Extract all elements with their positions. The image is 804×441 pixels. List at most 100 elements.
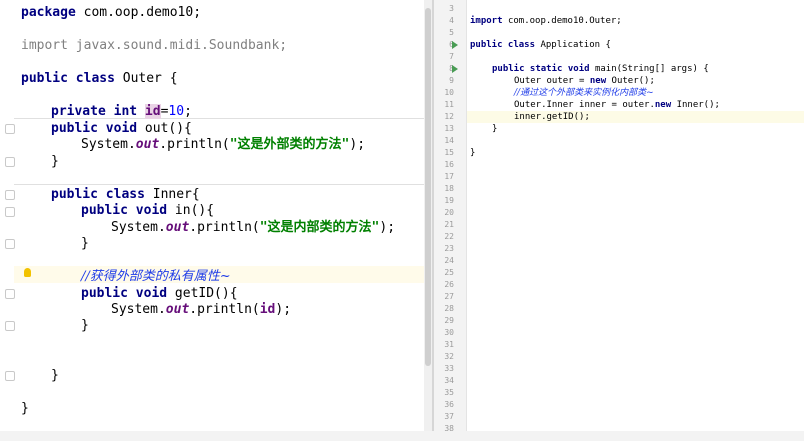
line-number: 14 [444, 136, 454, 145]
code-token: .println( [189, 220, 260, 235]
code-line: } [51, 367, 59, 384]
code-token: System. [111, 302, 166, 317]
line-number: 22 [444, 232, 454, 241]
static-field: out [165, 220, 190, 235]
left-code-area[interactable]: package com.oop.demo10; import javax.sou… [0, 0, 432, 441]
run-gutter-icon[interactable] [452, 65, 458, 73]
bottom-status-strip [0, 431, 804, 441]
line-number: 24 [444, 256, 454, 265]
line-number: 19 [444, 196, 454, 205]
keyword: public class [51, 187, 145, 202]
code-line: inner.getID(); [514, 111, 590, 123]
code-line: } [81, 235, 89, 252]
field-reference: id [259, 302, 276, 317]
brace: } [470, 148, 476, 158]
code-line: public void out(){ [51, 120, 192, 137]
class-name: Outer { [122, 71, 178, 86]
import-name: javax.sound.midi.Soundbank; [75, 38, 288, 53]
line-number: 17 [444, 172, 454, 181]
line-number: 5 [449, 28, 454, 37]
keyword: import [21, 38, 68, 53]
code-line: import com.oop.demo10.Outer; [470, 15, 622, 27]
keyword: new [654, 100, 672, 110]
code-line: //通过这个外部类来实例化内部类~ [514, 87, 654, 99]
method-signature: main(String[] args) { [594, 64, 709, 74]
line-number: 11 [444, 100, 454, 109]
brace: } [81, 318, 89, 333]
line-number: 20 [444, 208, 454, 217]
code-token: Inner(); [671, 100, 720, 110]
code-token: System. [81, 137, 136, 152]
line-number: 26 [444, 280, 454, 289]
right-editor-pane[interactable]: 3 4 5 6 7 8 9 10 11 12 13 14 15 16 17 18… [434, 0, 804, 441]
code-token: .println( [159, 137, 230, 152]
method-signature: in(){ [174, 203, 215, 218]
line-number: 30 [444, 328, 454, 337]
semicolon: ; [184, 104, 192, 119]
code-token: ); [349, 137, 366, 152]
line-number: 9 [449, 76, 454, 85]
import-name: com.oop.demo10.Outer; [507, 16, 622, 26]
run-gutter-icon[interactable] [452, 41, 458, 49]
code-line: public class Outer { [21, 70, 178, 87]
code-line: System.out.println("这是外部类的方法"); [81, 136, 365, 153]
keyword: public void [51, 121, 138, 136]
code-line: Outer.Inner inner = outer.new Inner(); [514, 99, 720, 111]
code-line: System.out.println("这是内部类的方法"); [111, 219, 395, 236]
code-token: Outer.Inner inner = outer. [514, 100, 655, 110]
line-number: 15 [444, 148, 454, 157]
line-number: 3 [449, 4, 454, 13]
line-number: 29 [444, 316, 454, 325]
line-number: 37 [444, 412, 454, 421]
code-line: public class Inner{ [51, 186, 200, 203]
scrollbar-thumb[interactable] [425, 8, 431, 366]
line-number: 25 [444, 268, 454, 277]
keyword: private int [51, 104, 138, 119]
string-literal: "这是内部类的方法" [259, 220, 380, 235]
line-number: 6 [449, 40, 454, 49]
code-line: } [51, 153, 59, 170]
line-number: 7 [449, 52, 454, 61]
line-number: 23 [444, 244, 454, 253]
line-number: 16 [444, 160, 454, 169]
code-token: inner.getID(); [514, 112, 590, 122]
code-line: System.out.println(id); [111, 301, 291, 318]
brace: } [51, 154, 59, 169]
code-line: public void in(){ [81, 202, 214, 219]
code-token: ); [379, 220, 396, 235]
code-line: } [21, 400, 29, 417]
number-literal: 10 [168, 104, 185, 119]
left-editor-pane[interactable]: package com.oop.demo10; import javax.sou… [0, 0, 432, 441]
code-line: //获得外部类的私有属性~ [81, 268, 231, 285]
code-line: public static void main(String[] args) { [492, 63, 709, 75]
brace: } [81, 236, 89, 251]
code-token: System. [111, 220, 166, 235]
keyword: public class [470, 40, 536, 50]
line-number: 12 [444, 112, 454, 121]
keyword: public class [21, 71, 115, 86]
method-signature: out(){ [144, 121, 192, 136]
code-token: Outer(); [606, 76, 655, 86]
code-line: Outer outer = new Outer(); [514, 75, 655, 87]
line-number: 21 [444, 220, 454, 229]
string-literal: "这是外部类的方法" [229, 137, 350, 152]
field-name: id [144, 104, 161, 119]
code-token: Outer outer = [514, 76, 590, 86]
class-name: Application { [540, 40, 611, 50]
line-number: 8 [449, 64, 454, 73]
brace: } [51, 368, 59, 383]
code-token: .println( [189, 302, 260, 317]
brace: } [492, 124, 498, 134]
package-name: com.oop.demo10; [83, 5, 202, 20]
line-number: 33 [444, 364, 454, 373]
code-comment: //通过这个外部类来实例化内部类~ [514, 88, 654, 98]
code-token: ); [275, 302, 292, 317]
line-number: 28 [444, 304, 454, 313]
line-number: 13 [444, 124, 454, 133]
keyword: public static void [492, 64, 590, 74]
line-number: 35 [444, 388, 454, 397]
code-line: import javax.sound.midi.Soundbank; [21, 37, 287, 54]
line-number: 34 [444, 376, 454, 385]
line-number: 36 [444, 400, 454, 409]
line-number: 4 [449, 16, 454, 25]
